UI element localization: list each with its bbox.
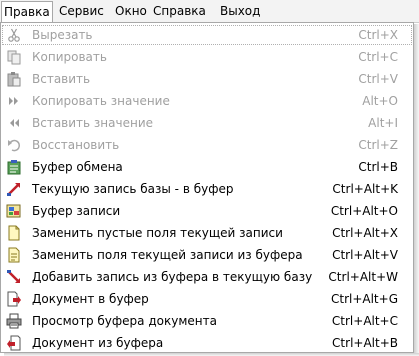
document-to-buffer-icon [7,291,21,307]
menu-okno[interactable]: Окно [113,2,149,20]
menu-item-paste[interactable]: Вставить Ctrl+V [1,68,413,90]
menu-item-paste-value[interactable]: Вставить значение Alt+I [1,112,413,134]
menu-item-shortcut: Ctrl+C [358,50,398,64]
menu-item-shortcut: Ctrl+Alt+W [328,270,398,284]
menu-item-shortcut: Ctrl+Alt+C [331,314,398,328]
clipboard-icon [7,160,21,175]
menu-item-record-buffer[interactable]: Буфер записи Ctrl+Alt+O [1,200,413,222]
page-edit-icon [8,247,20,263]
menu-pravka[interactable]: Правка [1,1,53,23]
menu-item-replace-empty-fields[interactable]: Заменить пустые поля текущей записи Ctrl… [1,222,413,244]
menu-item-shortcut: Ctrl+Z [358,138,398,152]
menu-item-label: Документ из буфера [32,336,164,350]
menu-item-shortcut: Ctrl+X [358,28,398,42]
record-buffer-icon [6,204,21,218]
menu-item-label: Добавить запись из буфера в текущую базу [32,270,313,284]
menu-shadow-right [414,24,419,356]
edit-dropdown-menu: Вырезать Ctrl+X Копировать Ctrl+C Встави… [0,22,414,353]
menu-item-shortcut: Ctrl+B [358,160,398,174]
menu-item-cut[interactable]: Вырезать Ctrl+X [1,24,413,46]
menu-item-label: Буфер обмена [32,160,123,174]
menu-servis[interactable]: Сервис [57,2,106,20]
menu-item-label: Восстановить [32,138,120,152]
menu-item-label: Копировать значение [32,94,170,108]
menu-item-shortcut: Ctrl+V [358,72,398,86]
document-from-buffer-icon [7,335,21,351]
printer-view-icon [6,313,22,329]
menu-item-shortcut: Ctrl+Alt+B [332,336,398,350]
arrow-to-buffer-icon [7,183,20,196]
menu-item-document-to-buffer[interactable]: Документ в буфер Ctrl+Alt+G [1,288,413,310]
menu-item-label: Текущую запись базы - в буфер [32,182,234,196]
menu-item-replace-fields-from-buffer[interactable]: Заменить поля текущей записи из буфера C… [1,244,413,266]
undo-icon [8,139,21,152]
menu-item-view-document-buffer[interactable]: Просмотр буфера документа Ctrl+Alt+C [1,310,413,332]
menu-item-shortcut: Alt+I [368,116,398,130]
menu-item-label: Документ в буфер [32,292,149,306]
menu-item-shortcut: Ctrl+Alt+V [332,248,398,262]
page-icon [8,225,20,241]
menu-item-label: Вырезать [32,28,93,42]
menu-item-add-record-from-buffer[interactable]: Добавить запись из буфера в текущую базу… [1,266,413,288]
menu-item-label: Заменить пустые поля текущей записи [32,226,283,240]
menu-item-document-from-buffer[interactable]: Документ из буфера Ctrl+Alt+B [1,332,413,354]
paste-icon [7,72,21,87]
menu-item-undo[interactable]: Восстановить Ctrl+Z [1,134,413,156]
double-right-icon [9,97,18,105]
double-left-icon [10,119,19,127]
menu-item-shortcut: Ctrl+Alt+G [330,292,398,306]
menu-spravka[interactable]: Справка [151,2,208,20]
menu-item-copy[interactable]: Копировать Ctrl+C [1,46,413,68]
menu-item-record-to-buffer[interactable]: Текущую запись базы - в буфер Ctrl+Alt+K [1,178,413,200]
menu-item-label: Буфер записи [32,204,121,218]
menu-item-shortcut: Ctrl+Alt+O [330,204,398,218]
scissors-icon [8,28,20,42]
menu-item-label: Копировать [32,50,107,64]
menu-item-shortcut: Ctrl+Alt+X [332,226,398,240]
menu-item-clipboard[interactable]: Буфер обмена Ctrl+B [1,156,413,178]
menu-item-copy-value[interactable]: Копировать значение Alt+O [1,90,413,112]
copy-icon [7,50,21,65]
menu-bar: Правка Сервис Окно Справка Выход [0,0,419,23]
menu-item-label: Вставить значение [32,116,154,130]
menu-item-shortcut: Ctrl+Alt+K [332,182,398,196]
menu-item-label: Просмотр буфера документа [32,314,217,328]
menu-item-shortcut: Alt+O [362,94,398,108]
arrow-from-buffer-icon [7,270,20,283]
menu-item-label: Вставить [32,72,91,86]
menu-item-label: Заменить поля текущей записи из буфера [32,248,303,262]
menu-vyhod[interactable]: Выход [218,2,262,20]
